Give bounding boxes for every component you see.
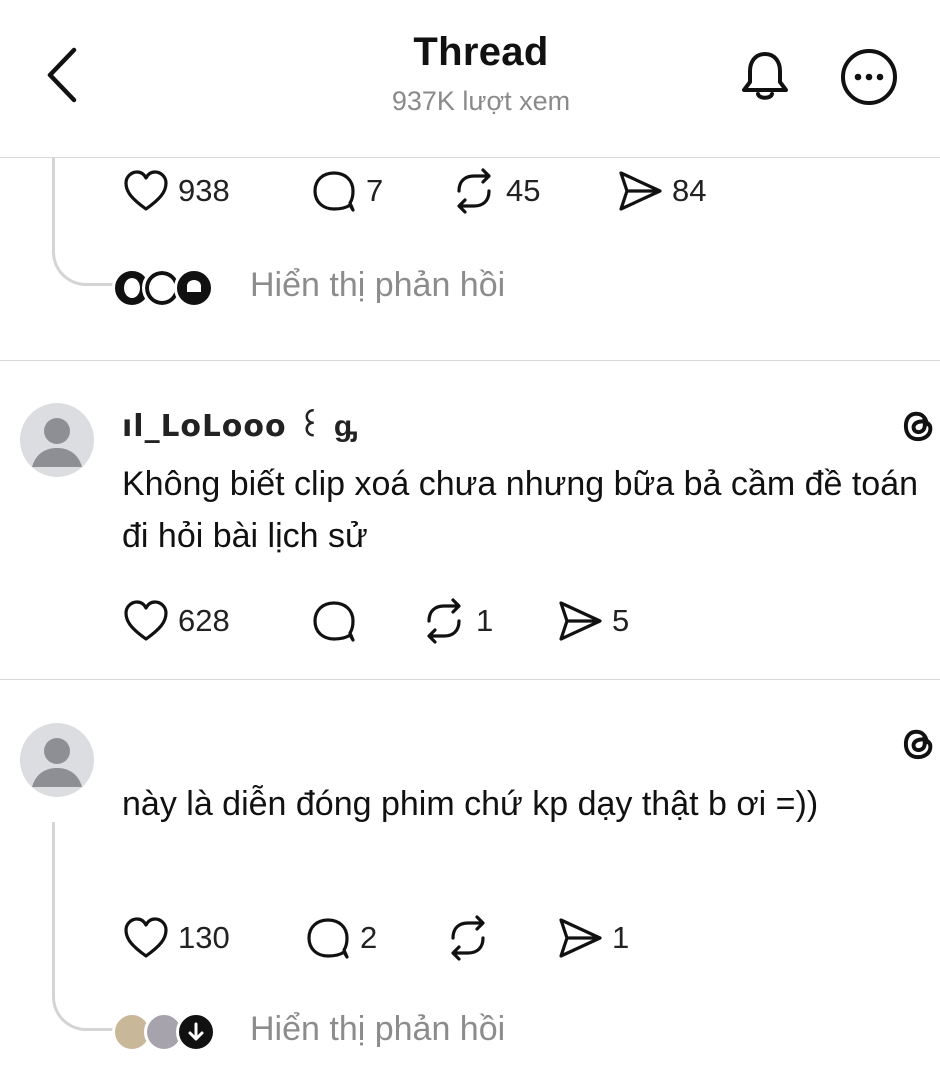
arrow-down-icon xyxy=(188,1022,204,1041)
reply-count: 7 xyxy=(366,173,384,208)
header-divider xyxy=(0,157,940,158)
reply-button[interactable] xyxy=(310,596,366,646)
repost-count: 1 xyxy=(476,603,494,638)
like-count: 130 xyxy=(178,920,230,955)
share-icon xyxy=(616,167,664,215)
repost-button[interactable] xyxy=(444,913,500,963)
repost-icon xyxy=(450,167,498,215)
repost-icon xyxy=(420,597,468,645)
more-options-button[interactable] xyxy=(838,46,900,108)
repost-count: 45 xyxy=(506,173,541,208)
threads-logo-icon[interactable] xyxy=(898,404,940,448)
like-count: 938 xyxy=(178,173,230,208)
share-count: 84 xyxy=(672,173,707,208)
page-title: Thread xyxy=(413,30,549,74)
username[interactable]: ıl_ᒪoᒪooo ꒰ ᶃ xyxy=(122,405,358,444)
show-replies-link[interactable]: Hiển thị phản hồi xyxy=(250,1010,505,1049)
like-button[interactable]: 938 xyxy=(122,166,230,216)
reply-avatars[interactable] xyxy=(112,1010,232,1054)
avatar xyxy=(174,268,214,308)
thread-connector-line xyxy=(52,822,119,1031)
comment-icon xyxy=(310,167,358,215)
default-avatar-icon xyxy=(32,738,82,787)
heart-icon xyxy=(122,597,170,645)
thread-connector-line xyxy=(52,158,119,286)
more-icon xyxy=(841,49,897,105)
comment-icon xyxy=(304,914,352,962)
reply-count: 2 xyxy=(360,920,378,955)
reply-avatars[interactable] xyxy=(112,266,232,310)
avatar xyxy=(176,1012,216,1052)
repost-icon xyxy=(444,914,492,962)
bell-icon xyxy=(742,52,788,100)
share-icon xyxy=(556,597,604,645)
view-count: 937K lượt xem xyxy=(391,86,571,116)
default-avatar-icon xyxy=(32,418,82,467)
reply-button[interactable]: 7 xyxy=(310,166,383,216)
repost-button[interactable]: 45 xyxy=(450,166,540,216)
post-divider xyxy=(0,679,940,680)
reply-button[interactable]: 2 xyxy=(304,913,377,963)
like-button[interactable]: 130 xyxy=(122,913,230,963)
threads-logo-icon[interactable] xyxy=(898,722,940,766)
avatar[interactable] xyxy=(20,723,94,797)
share-button[interactable]: 1 xyxy=(556,913,629,963)
avatar[interactable] xyxy=(20,403,94,477)
show-replies-link[interactable]: Hiển thị phản hồi xyxy=(250,266,505,305)
share-icon xyxy=(556,914,604,962)
comment-text: này là diễn đóng phim chứ kp dạy thật b … xyxy=(122,785,819,823)
like-count: 628 xyxy=(178,603,230,638)
heart-icon xyxy=(122,167,170,215)
share-count: 5 xyxy=(612,603,630,638)
share-count: 1 xyxy=(612,920,630,955)
heart-icon xyxy=(122,914,170,962)
share-button[interactable]: 5 xyxy=(556,596,629,646)
post-divider xyxy=(0,360,940,361)
comment-text: Không biết clip xoá chưa nhưng bữa bả cầ… xyxy=(122,465,919,555)
share-button[interactable]: 84 xyxy=(616,166,706,216)
repost-button[interactable]: 1 xyxy=(420,596,493,646)
comment-icon xyxy=(310,597,358,645)
notifications-button[interactable] xyxy=(736,46,794,104)
like-button[interactable]: 628 xyxy=(122,596,230,646)
